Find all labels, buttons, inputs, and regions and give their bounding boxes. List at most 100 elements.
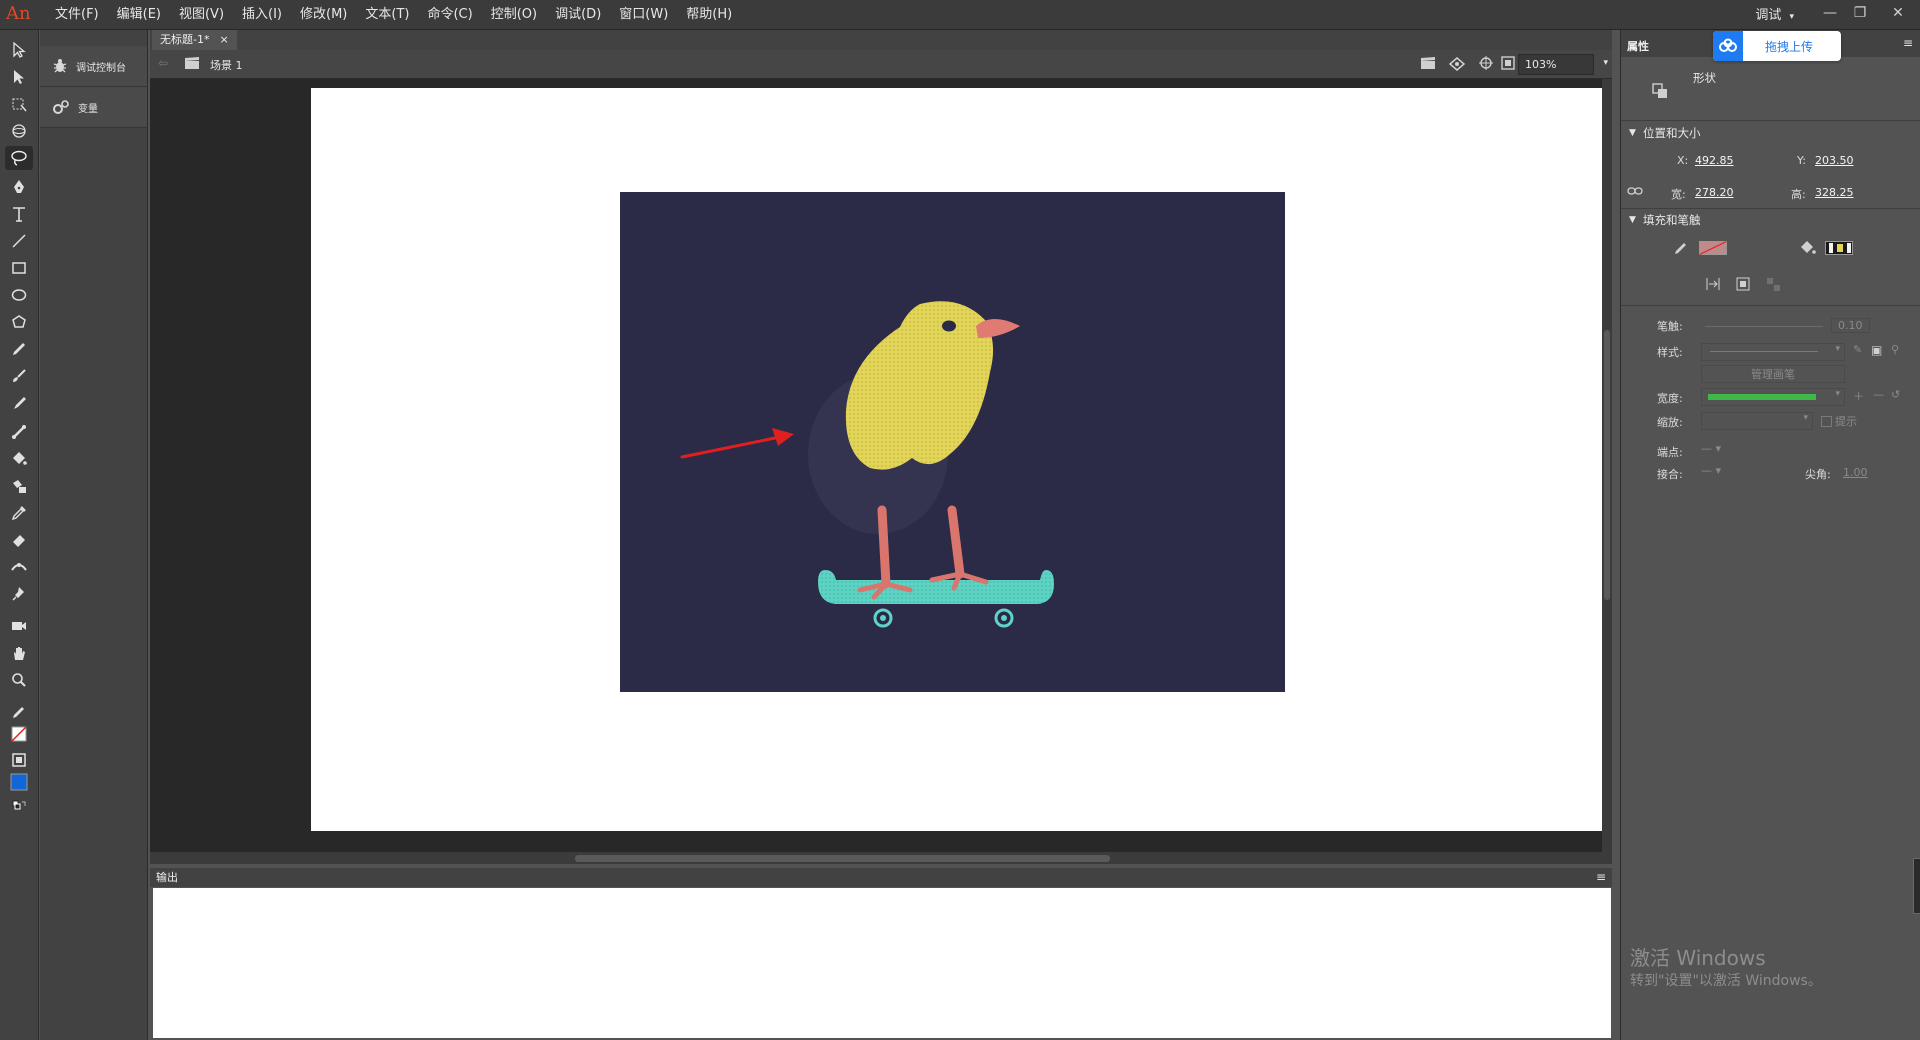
bone-tool-icon[interactable]: [5, 420, 33, 444]
manage-brush-button[interactable]: 管理画笔: [1701, 365, 1845, 383]
menu-view[interactable]: 视图(V): [170, 0, 233, 29]
width-value[interactable]: 278.20: [1695, 186, 1734, 199]
height-value[interactable]: 328.25: [1815, 186, 1854, 199]
width-tool-icon[interactable]: [5, 555, 33, 579]
scale-select[interactable]: ▾: [1701, 412, 1813, 430]
pen-tool-icon[interactable]: [5, 175, 33, 199]
stroke-slider-track[interactable]: [1705, 326, 1823, 327]
document-tab[interactable]: 无标题-1* ×: [152, 30, 237, 50]
zoom-tool-icon[interactable]: [5, 668, 33, 692]
fill-color-swatch[interactable]: [1825, 241, 1853, 258]
edit-stroke-style-icon[interactable]: ✎: [1853, 343, 1862, 356]
menu-window[interactable]: 窗口(W): [610, 0, 677, 29]
center-stage-icon[interactable]: [1478, 55, 1494, 74]
stage-horizontal-scroll-thumb[interactable]: [575, 855, 1110, 862]
properties-tab[interactable]: 属性: [1627, 38, 1649, 54]
debug-console-tab[interactable]: 调试控制台: [40, 46, 147, 87]
collapse-triangle-icon[interactable]: ▼: [1629, 128, 1636, 138]
stage-vertical-scroll-thumb[interactable]: [1604, 330, 1610, 600]
menu-debug[interactable]: 调试(D): [546, 0, 610, 29]
menu-file[interactable]: 文件(F): [46, 0, 108, 29]
zoom-dropdown-chevron-icon[interactable]: ▾: [1603, 58, 1608, 68]
eyedropper-tool-icon[interactable]: [5, 501, 33, 525]
link-icon[interactable]: [1627, 185, 1643, 200]
panel-menu-icon[interactable]: ≡: [1903, 36, 1913, 50]
debug-console-label: 调试控制台: [76, 62, 126, 74]
stroke-color-pencil-icon[interactable]: [5, 700, 33, 724]
edit-symbol-icon[interactable]: [1448, 55, 1466, 74]
variables-tab[interactable]: 变量: [40, 87, 147, 128]
join-label: 接合:: [1657, 468, 1683, 481]
break-apart-icon[interactable]: [1765, 276, 1781, 295]
zoom-select[interactable]: 103%: [1518, 54, 1594, 75]
subselection-tool-icon[interactable]: [5, 65, 33, 89]
align-icon[interactable]: [1705, 276, 1721, 295]
output-text-area[interactable]: [153, 888, 1611, 1038]
menu-insert[interactable]: 插入(I): [233, 0, 291, 29]
brush-library-icon[interactable]: ▣: [1871, 343, 1882, 357]
stroke-value[interactable]: 0.10: [1831, 318, 1870, 333]
stroke-color-swatch[interactable]: [1699, 241, 1727, 258]
x-value[interactable]: 492.85: [1695, 154, 1734, 167]
oval-tool-icon[interactable]: [5, 283, 33, 307]
close-tab-icon[interactable]: ×: [219, 30, 228, 50]
menu-edit[interactable]: 编辑(E): [108, 0, 170, 29]
cap-select[interactable]: — ▾: [1701, 442, 1721, 455]
camera-tool-icon[interactable]: [5, 614, 33, 638]
style-select[interactable]: ▾: [1701, 343, 1845, 361]
selection-tool-icon[interactable]: [5, 38, 33, 62]
menu-modify[interactable]: 修改(M): [291, 0, 356, 29]
edit-scene-icon[interactable]: [1420, 56, 1436, 73]
polystar-tool-icon[interactable]: [5, 310, 33, 334]
free-transform-tool-icon[interactable]: [5, 92, 33, 116]
width-label: 宽:: [1671, 188, 1686, 201]
menu-commands[interactable]: 命令(C): [418, 0, 481, 29]
reset-width-icon[interactable]: ↺: [1891, 388, 1900, 401]
upload-button[interactable]: 拖拽上传: [1713, 31, 1841, 61]
remove-width-icon[interactable]: —: [1873, 388, 1884, 401]
collapse-triangle-icon[interactable]: ▼: [1629, 215, 1636, 225]
hint-label: 提示: [1835, 415, 1857, 428]
rectangle-tool-icon[interactable]: [5, 256, 33, 280]
panel-menu-icon[interactable]: ≡: [1596, 870, 1606, 884]
hint-checkbox[interactable]: [1821, 416, 1832, 427]
line-tool-icon[interactable]: [5, 229, 33, 253]
3d-rotation-tool-icon[interactable]: [5, 119, 33, 143]
eraser-tool-icon[interactable]: [5, 528, 33, 552]
hand-tool-icon[interactable]: [5, 641, 33, 665]
fill-bucket-icon[interactable]: [5, 748, 33, 772]
object-drawing-icon[interactable]: [1735, 276, 1751, 295]
divider: [1621, 120, 1920, 121]
text-tool-icon[interactable]: [5, 202, 33, 226]
scale-label: 缩放:: [1657, 416, 1683, 429]
add-width-icon[interactable]: ＋: [1853, 388, 1864, 404]
menu-help[interactable]: 帮助(H): [677, 0, 741, 29]
swap-colors-icon[interactable]: [5, 796, 33, 814]
join-select[interactable]: — ▾: [1701, 464, 1721, 477]
workspace-switcher[interactable]: 调试 ▾: [1755, 4, 1794, 23]
chevron-down-icon: ▾: [1789, 12, 1794, 22]
close-button[interactable]: ✕: [1884, 2, 1912, 24]
menu-control[interactable]: 控制(O): [482, 0, 546, 29]
restore-button[interactable]: ❐: [1846, 2, 1874, 24]
paint-bucket-tool-icon[interactable]: [5, 447, 33, 471]
panel-resize-handle[interactable]: [1913, 858, 1920, 914]
stroke-brush-icon[interactable]: ⚲: [1891, 343, 1899, 356]
back-arrow-icon[interactable]: ⇦: [158, 56, 168, 70]
stroke-color-swatch[interactable]: [5, 722, 33, 746]
width-profile-select[interactable]: ▾: [1701, 388, 1845, 406]
fill-color-swatch[interactable]: [5, 770, 33, 794]
clip-content-icon[interactable]: [1500, 55, 1516, 74]
ink-bottle-tool-icon[interactable]: [5, 474, 33, 498]
pencil-tool-icon[interactable]: [5, 337, 33, 361]
menu-text[interactable]: 文本(T): [356, 0, 418, 29]
stage-artwork[interactable]: [620, 192, 1285, 692]
pin-tool-icon[interactable]: [5, 582, 33, 606]
miter-value[interactable]: 1.00: [1843, 466, 1868, 479]
y-value[interactable]: 203.50: [1815, 154, 1854, 167]
minimize-button[interactable]: —: [1816, 2, 1844, 24]
paint-brush-tool-icon[interactable]: [5, 364, 33, 388]
output-tab[interactable]: 输出: [156, 868, 178, 887]
brush-tool-icon[interactable]: [5, 391, 33, 415]
lasso-tool-icon[interactable]: [5, 146, 33, 170]
